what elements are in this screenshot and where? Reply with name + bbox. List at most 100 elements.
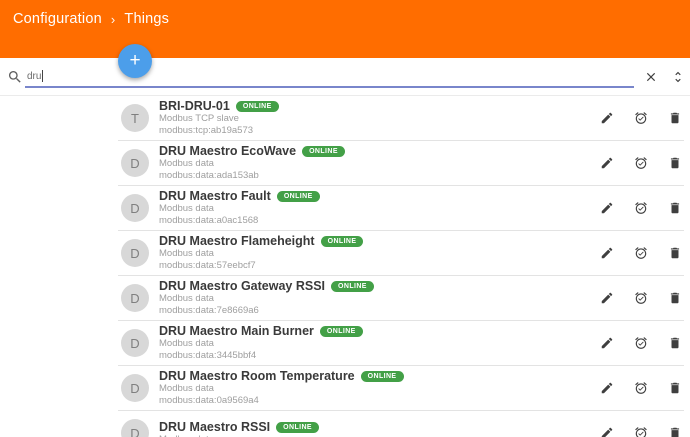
edit-thing-button[interactable]: [600, 381, 614, 395]
alarm-icon: [635, 427, 647, 437]
thing-type: Modbus TCP slave: [159, 113, 239, 124]
search-input[interactable]: dru: [25, 66, 634, 88]
thing-row-content[interactable]: D DRU Maestro Room Temperature ONLINE Mo…: [118, 366, 684, 411]
schedule-thing-button[interactable]: [634, 111, 648, 125]
thing-info: DRU Maestro Flameheight ONLINE Modbus da…: [159, 234, 600, 272]
thing-uid: modbus:data:57eebcf7: [159, 260, 256, 271]
status-badge: ONLINE: [302, 145, 345, 157]
pencil-icon: [601, 202, 613, 214]
delete-thing-button[interactable]: [668, 291, 682, 305]
pencil-icon: [601, 427, 613, 437]
schedule-thing-button[interactable]: [634, 426, 648, 437]
edit-thing-button[interactable]: [600, 336, 614, 350]
status-badge: ONLINE: [235, 100, 279, 112]
avatar: D: [121, 419, 149, 437]
thing-row: D DRU Maestro Fault ONLINE Modbus data m…: [0, 186, 690, 231]
clear-search-button[interactable]: [644, 70, 658, 84]
delete-thing-button[interactable]: [668, 246, 682, 260]
row-actions: [600, 291, 682, 305]
alarm-icon: [635, 202, 647, 214]
delete-thing-button[interactable]: [668, 381, 682, 395]
alarm-icon: [635, 292, 647, 304]
trash-icon: [670, 112, 680, 124]
things-list: T BRI-DRU-01 ONLINE Modbus TCP slave mod…: [0, 96, 690, 437]
thing-info: BRI-DRU-01 ONLINE Modbus TCP slave modbu…: [159, 99, 600, 137]
thing-info: DRU Maestro EcoWave ONLINE Modbus data m…: [159, 144, 600, 182]
row-actions: [600, 336, 682, 350]
thing-row: D DRU Maestro EcoWave ONLINE Modbus data…: [0, 141, 690, 186]
thing-title: DRU Maestro Room Temperature: [159, 369, 355, 383]
alarm-icon: [635, 247, 647, 259]
trash-icon: [670, 157, 680, 169]
edit-thing-button[interactable]: [600, 246, 614, 260]
schedule-thing-button[interactable]: [634, 291, 648, 305]
delete-thing-button[interactable]: [668, 426, 682, 437]
thing-row-content[interactable]: D DRU Maestro Gateway RSSI ONLINE Modbus…: [118, 276, 684, 321]
thing-type: Modbus data: [159, 158, 214, 169]
pencil-icon: [601, 247, 613, 259]
search-input-value: dru: [27, 70, 42, 82]
schedule-thing-button[interactable]: [634, 156, 648, 170]
thing-type: Modbus data: [159, 293, 214, 304]
schedule-thing-button[interactable]: [634, 201, 648, 215]
thing-title: DRU Maestro Main Burner: [159, 324, 314, 338]
schedule-thing-button[interactable]: [634, 246, 648, 260]
thing-row-content[interactable]: D DRU Maestro Main Burner ONLINE Modbus …: [118, 321, 684, 366]
sort-button[interactable]: [671, 70, 685, 84]
edit-thing-button[interactable]: [600, 201, 614, 215]
schedule-thing-button[interactable]: [634, 381, 648, 395]
thing-info: DRU Maestro Fault ONLINE Modbus data mod…: [159, 189, 600, 227]
avatar: D: [121, 239, 149, 267]
status-badge: ONLINE: [276, 190, 320, 202]
breadcrumb-configuration[interactable]: Configuration: [13, 11, 102, 27]
pencil-icon: [601, 112, 613, 124]
thing-info: DRU Maestro Room Temperature ONLINE Modb…: [159, 369, 600, 407]
thing-uid: modbus:data:3445bbf4: [159, 350, 257, 361]
avatar: D: [121, 329, 149, 357]
thing-row-content[interactable]: D DRU Maestro RSSI ONLINE Modbus data: [118, 411, 684, 437]
pencil-icon: [601, 337, 613, 349]
schedule-thing-button[interactable]: [634, 336, 648, 350]
edit-thing-button[interactable]: [600, 111, 614, 125]
thing-type: Modbus data: [159, 383, 214, 394]
edit-thing-button[interactable]: [600, 156, 614, 170]
add-thing-button[interactable]: +: [118, 44, 152, 78]
delete-thing-button[interactable]: [668, 156, 682, 170]
thing-info: DRU Maestro Gateway RSSI ONLINE Modbus d…: [159, 279, 600, 317]
close-icon: [646, 72, 656, 82]
pencil-icon: [601, 157, 613, 169]
edit-thing-button[interactable]: [600, 426, 614, 437]
thing-row-content[interactable]: T BRI-DRU-01 ONLINE Modbus TCP slave mod…: [118, 96, 684, 141]
thing-row-content[interactable]: D DRU Maestro Flameheight ONLINE Modbus …: [118, 231, 684, 276]
app-header: Configuration › Things: [0, 0, 690, 58]
thing-type: Modbus data: [159, 248, 214, 259]
search-icon: [7, 69, 23, 85]
delete-thing-button[interactable]: [668, 201, 682, 215]
delete-thing-button[interactable]: [668, 111, 682, 125]
alarm-icon: [635, 112, 647, 124]
thing-row-content[interactable]: D DRU Maestro EcoWave ONLINE Modbus data…: [118, 141, 684, 186]
trash-icon: [670, 292, 680, 304]
thing-uid: modbus:data:ada153ab: [159, 170, 259, 181]
alarm-icon: [635, 157, 647, 169]
row-actions: [600, 156, 682, 170]
status-badge: ONLINE: [276, 421, 319, 433]
thing-title: DRU Maestro RSSI: [159, 420, 271, 434]
thing-info: DRU Maestro RSSI ONLINE Modbus data: [159, 420, 600, 437]
thing-title: DRU Maestro EcoWave: [159, 144, 297, 158]
search-bar: dru: [0, 58, 690, 96]
thing-info: DRU Maestro Main Burner ONLINE Modbus da…: [159, 324, 600, 362]
row-actions: [600, 201, 682, 215]
avatar: D: [121, 194, 149, 222]
trash-icon: [670, 337, 680, 349]
thing-row-content[interactable]: D DRU Maestro Fault ONLINE Modbus data m…: [118, 186, 684, 231]
edit-thing-button[interactable]: [600, 291, 614, 305]
thing-row: D DRU Maestro Main Burner ONLINE Modbus …: [0, 321, 690, 366]
thing-title: DRU Maestro Fault: [159, 189, 271, 203]
thing-row: D DRU Maestro Room Temperature ONLINE Mo…: [0, 366, 690, 411]
breadcrumb: Configuration › Things: [13, 11, 169, 27]
delete-thing-button[interactable]: [668, 336, 682, 350]
alarm-icon: [635, 337, 647, 349]
status-badge: ONLINE: [319, 325, 363, 337]
row-actions: [600, 111, 682, 125]
